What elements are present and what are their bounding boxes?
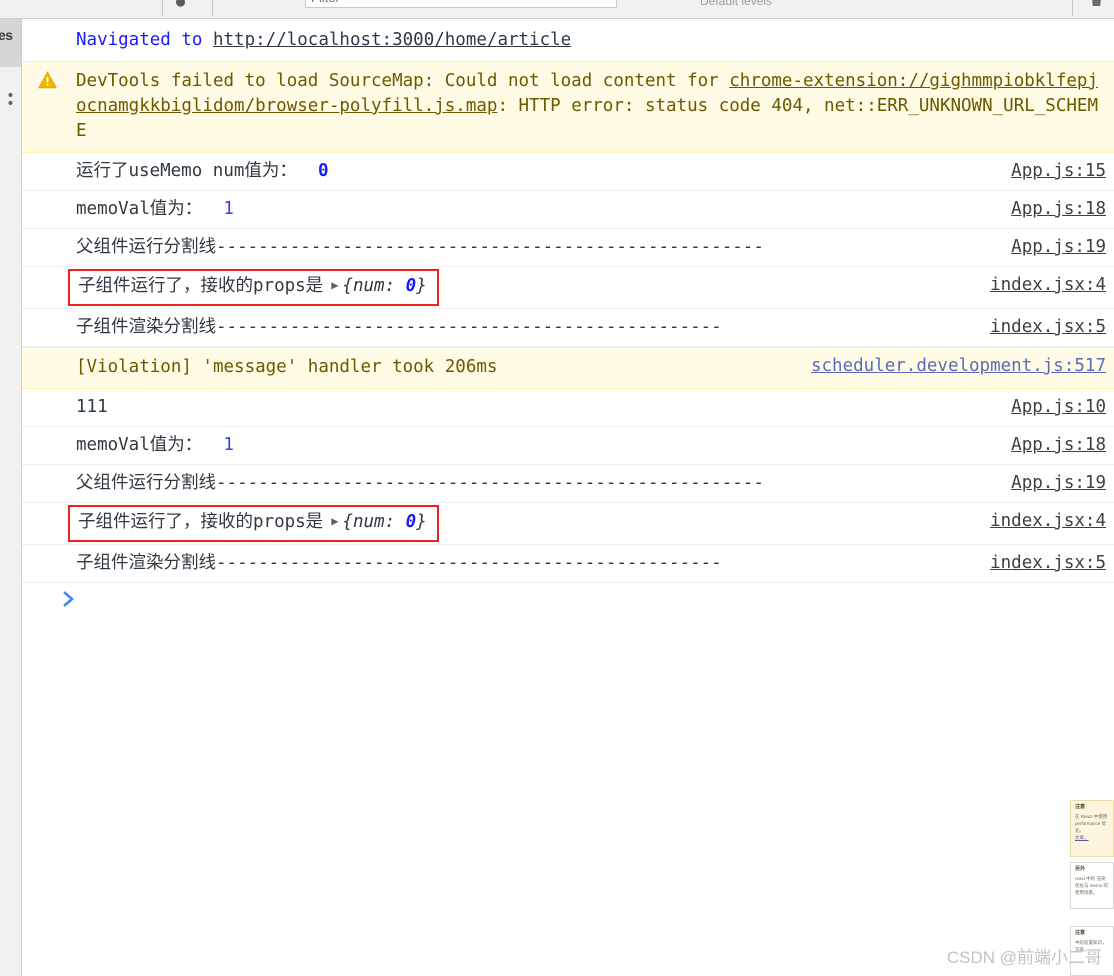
source-link[interactable]: index.jsx:5 xyxy=(990,315,1106,340)
console-message-violation-warning: [Violation] 'message' handler took 206ms… xyxy=(22,347,1114,389)
more-tabs-icon[interactable]: • • xyxy=(2,89,20,111)
note-card: 另外 react 中的 渲染优化与 memo 的使用场景。 xyxy=(1070,862,1114,909)
source-link[interactable]: index.jsx:4 xyxy=(990,509,1106,534)
source-link[interactable]: App.js:18 xyxy=(1011,433,1106,458)
toolbar-divider-2 xyxy=(212,0,213,16)
console-message-log: 父组件运行分割线--------------------------------… xyxy=(22,229,1114,267)
note-card: 注意 在 React 中使用 performance 优化。 文章。 xyxy=(1070,800,1114,857)
note-body: 中的前置知识，渲染。 xyxy=(1075,940,1107,952)
log-value: 1 xyxy=(223,199,234,219)
console-message-log: memoVal值为： 1 App.js:18 xyxy=(22,427,1114,465)
filter-input[interactable] xyxy=(305,0,617,8)
note-title: 另外 xyxy=(1075,866,1086,872)
object-preview-close: } xyxy=(416,276,427,296)
console-prompt[interactable] xyxy=(22,583,1114,627)
sourcemap-part1: DevTools failed to load SourceMap: Could… xyxy=(76,71,730,91)
console-message-log: memoVal值为： 1 App.js:18 xyxy=(22,191,1114,229)
log-label: 运行了useMemo num值为： xyxy=(76,161,297,181)
log-text: 111 xyxy=(76,397,108,417)
object-preview-value: 0 xyxy=(405,512,417,532)
sidebar-item-issues[interactable]: es xyxy=(0,19,21,67)
log-label: 子组件运行了，接收的props是 xyxy=(78,276,324,296)
trash-icon[interactable] xyxy=(1090,0,1103,7)
console-message-log: 111 App.js:10 xyxy=(22,389,1114,427)
object-expander-icon[interactable]: ▶ xyxy=(331,273,338,298)
log-text: memoVal值为： 1 xyxy=(76,197,1108,222)
log-levels-dropdown[interactable]: Default levels xyxy=(700,0,772,8)
console-message-log: 子组件渲染分割线--------------------------------… xyxy=(22,309,1114,347)
console-message-sourcemap-warning: DevTools failed to load SourceMap: Could… xyxy=(22,61,1114,153)
navigated-text: Navigated to http://localhost:3000/home/… xyxy=(76,28,1108,53)
log-label: memoVal值为： xyxy=(76,199,203,219)
log-text: 运行了useMemo num值为： 0 xyxy=(76,159,1108,184)
note-card: 注意 中的前置知识，渲染。 xyxy=(1070,926,1114,976)
object-preview[interactable]: {num: 0} xyxy=(342,276,426,296)
source-link[interactable]: App.js:15 xyxy=(1011,159,1106,184)
console-message-list[interactable]: Navigated to http://localhost:3000/home/… xyxy=(22,19,1114,976)
log-value: 1 xyxy=(223,435,234,455)
object-preview-value: 0 xyxy=(405,276,417,296)
source-link[interactable]: App.js:19 xyxy=(1011,235,1106,260)
object-preview[interactable]: {num: 0} xyxy=(342,512,426,532)
navigated-label: Navigated to xyxy=(76,30,203,50)
log-text: 子组件渲染分割线--------------------------------… xyxy=(76,317,722,337)
console-message-log-highlighted: 子组件运行了，接收的props是 ▶ {num: 0} index.jsx:4 xyxy=(22,503,1114,545)
log-text: memoVal值为： 1 xyxy=(76,433,1108,458)
source-link[interactable]: App.js:18 xyxy=(1011,197,1106,222)
log-text: 父组件运行分割线--------------------------------… xyxy=(76,237,764,257)
console-message-log: 父组件运行分割线--------------------------------… xyxy=(22,465,1114,503)
note-link[interactable]: 文章。 xyxy=(1075,834,1109,841)
note-body: 在 React 中使用 performance 优化。 xyxy=(1075,814,1108,833)
chevron-right-icon xyxy=(63,591,74,607)
log-value: 0 xyxy=(317,161,329,181)
log-text: 父组件运行分割线--------------------------------… xyxy=(76,473,764,493)
console-message-log: 子组件渲染分割线--------------------------------… xyxy=(22,545,1114,583)
source-link[interactable]: App.js:10 xyxy=(1011,395,1106,420)
source-link[interactable]: index.jsx:4 xyxy=(990,273,1106,298)
source-link[interactable]: App.js:19 xyxy=(1011,471,1106,496)
note-title: 注意 xyxy=(1075,804,1086,810)
console-message-log-highlighted: 子组件运行了，接收的props是 ▶ {num: 0} index.jsx:4 xyxy=(22,267,1114,309)
object-expander-icon[interactable]: ▶ xyxy=(331,509,338,534)
console-message-log: 运行了useMemo num值为： 0 App.js:15 xyxy=(22,153,1114,191)
sidebar-item-label: es xyxy=(0,27,13,43)
log-text: 子组件渲染分割线--------------------------------… xyxy=(76,553,722,573)
object-preview-close: } xyxy=(416,512,427,532)
toolbar-divider-3 xyxy=(1072,0,1073,16)
source-link[interactable]: index.jsx:5 xyxy=(990,551,1106,576)
note-title: 注意 xyxy=(1075,930,1086,936)
log-text: 子组件运行了，接收的props是 ▶ {num: 0} xyxy=(68,505,1108,542)
log-text: 子组件运行了，接收的props是 ▶ {num: 0} xyxy=(68,269,1108,306)
console-toolbar: ● Default levels xyxy=(0,0,1114,19)
log-label: 子组件运行了，接收的props是 xyxy=(78,512,324,532)
navigated-url[interactable]: http://localhost:3000/home/article xyxy=(213,30,571,50)
object-preview-open: {num: xyxy=(342,276,406,296)
warning-triangle-icon xyxy=(38,71,57,89)
toolbar-divider-1 xyxy=(162,0,163,16)
sourcemap-warning-text: DevTools failed to load SourceMap: Could… xyxy=(76,69,1108,144)
drawer-tab-strip: es • • xyxy=(0,19,22,976)
highlight-box: 子组件运行了，接收的props是 ▶ {num: 0} xyxy=(68,269,439,306)
object-preview-open: {num: xyxy=(342,512,406,532)
circle-slash-icon[interactable]: ● xyxy=(176,0,185,9)
source-link[interactable]: scheduler.development.js:517 xyxy=(811,354,1106,379)
highlight-box: 子组件运行了，接收的props是 ▶ {num: 0} xyxy=(68,505,439,542)
log-label: memoVal值为： xyxy=(76,435,203,455)
note-body: react 中的 渲染优化与 memo 的使用场景。 xyxy=(1075,876,1109,895)
console-message-navigated: Navigated to http://localhost:3000/home/… xyxy=(22,19,1114,61)
